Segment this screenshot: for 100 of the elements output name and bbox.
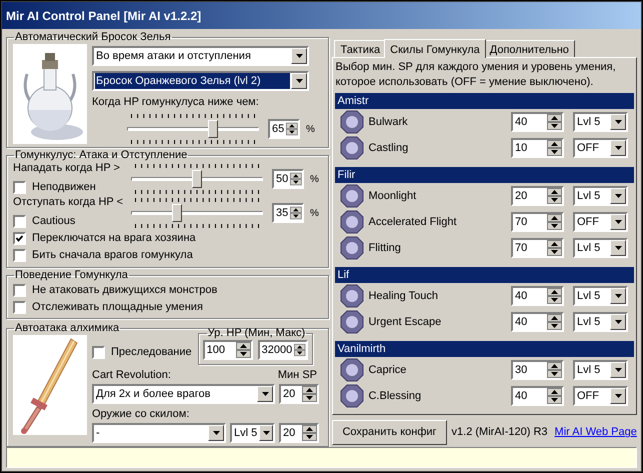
checkbox[interactable] (13, 232, 26, 245)
checkbox-label[interactable]: Переключатся на врага хозяина (32, 230, 196, 247)
checkbox-label[interactable]: Отслеживать площадные умения (32, 299, 203, 316)
window-title: Mir AI Control Panel [Mir AI v1.2.2] (6, 8, 202, 24)
caret-icon (262, 431, 270, 435)
dropdown[interactable]: Lvl 5 (573, 238, 628, 258)
spinner-icon[interactable] (547, 314, 562, 330)
spinner-icon[interactable] (547, 114, 562, 130)
checkbox[interactable] (13, 301, 26, 314)
caret-icon (614, 368, 622, 372)
skill-name: Healing Touch (367, 288, 439, 304)
spin-field[interactable]: 40 (511, 312, 564, 332)
spin-field[interactable]: 70 (511, 238, 564, 258)
checkbox[interactable] (13, 215, 26, 228)
group-title: Автоатака алхимика (14, 322, 120, 335)
bottle-icon (13, 44, 87, 144)
tab[interactable]: Скилы Гомункула (384, 39, 486, 58)
skill-name: Caprice (367, 362, 408, 378)
dropdown[interactable]: OFF (573, 386, 628, 406)
spinner-icon[interactable] (547, 388, 562, 404)
web-link[interactable]: Mir AI Web Page (554, 424, 637, 441)
caret-icon (614, 294, 622, 298)
spinner-icon[interactable] (236, 342, 251, 358)
dropdown[interactable]: Lvl 5 (573, 112, 628, 132)
skill-name: Bulwark (367, 114, 409, 130)
sword-icon (13, 335, 87, 435)
spin-field[interactable]: 40 (511, 286, 564, 306)
field-label: Оружие со скилом: (92, 407, 190, 421)
caret-icon (614, 146, 622, 150)
skill-icon (340, 184, 364, 208)
spin-field[interactable]: 65 (268, 119, 300, 139)
dropdown[interactable]: Lvl 5 (573, 186, 628, 206)
caret-icon (614, 120, 622, 124)
caret-icon (262, 392, 268, 396)
spin-field[interactable]: 10 (511, 138, 564, 158)
dropdown[interactable]: OFF (573, 138, 628, 158)
spin-field[interactable]: 40 (511, 386, 564, 406)
caret-icon (614, 220, 622, 224)
tab[interactable]: Дополнительно (484, 40, 575, 57)
spinner-icon[interactable] (547, 140, 562, 156)
spin-field[interactable]: 70 (511, 212, 564, 232)
dropdown[interactable]: Во время атаки и отступления (92, 46, 309, 66)
skill-name: Accelerated Flight (367, 214, 458, 230)
spinner-icon[interactable] (286, 121, 298, 137)
skill-icon (340, 310, 364, 334)
checkbox[interactable] (13, 249, 26, 262)
dropdown[interactable]: OFF (573, 212, 628, 232)
dropdown[interactable]: Lvl 5 (230, 423, 275, 443)
skill-name: C.Blessing (367, 388, 422, 404)
spinner-icon[interactable] (302, 386, 317, 402)
checkbox[interactable] (13, 181, 26, 194)
checkbox-label[interactable]: Не атаковать движущихся монстров (32, 282, 218, 299)
checkbox-label[interactable]: Бить сначала врагов гомункула (32, 247, 193, 264)
slider[interactable] (131, 170, 263, 188)
field-label: Нападать когда HP > (13, 162, 121, 175)
slider-thumb[interactable] (172, 204, 182, 222)
dropdown[interactable]: Lvl 5 (573, 360, 628, 380)
spinner-icon[interactable] (547, 188, 562, 204)
skill-icon (340, 236, 364, 260)
slider-thumb[interactable] (192, 170, 202, 188)
checkbox-label[interactable]: Преследование (111, 344, 192, 361)
slider-thumb[interactable] (208, 120, 218, 138)
section-header: Filir (335, 167, 634, 183)
unit-label: % (310, 172, 319, 186)
dropdown[interactable]: - (92, 423, 226, 443)
checkbox[interactable] (13, 284, 26, 297)
spin-field[interactable]: 20 (279, 384, 319, 404)
save-button[interactable]: Сохранить конфиг (332, 420, 447, 445)
tab[interactable]: Тактика (334, 40, 386, 57)
spin-field[interactable]: 100 (202, 340, 253, 360)
dropdown[interactable]: Lvl 5 (573, 312, 628, 332)
spin-field[interactable]: 50 (272, 169, 304, 189)
caret-icon (296, 54, 302, 58)
spinner-icon[interactable] (547, 362, 562, 378)
field-label: Отступать когда HP < (13, 196, 124, 209)
slider[interactable] (131, 204, 263, 222)
checkbox-label[interactable]: Cautious (32, 213, 76, 230)
spin-field[interactable]: 30 (511, 360, 564, 380)
unit-label: % (310, 206, 319, 220)
spinner-icon[interactable] (547, 214, 562, 230)
spinner-icon[interactable] (547, 288, 562, 304)
caret-icon (614, 194, 622, 198)
dropdown[interactable]: Lvl 5 (573, 286, 628, 306)
spinner-icon[interactable] (290, 171, 302, 187)
spin-field[interactable]: 20 (511, 186, 564, 206)
checkbox-label[interactable]: Неподвижен (32, 179, 96, 196)
spinner-icon[interactable] (302, 425, 317, 441)
spin-field[interactable]: 40 (511, 112, 564, 132)
group-title: Автоматический Бросок Зелья (14, 31, 172, 44)
spinner-icon[interactable] (290, 205, 302, 221)
spin-field[interactable]: 20 (279, 423, 319, 443)
caret-icon (296, 79, 302, 83)
spinner-icon[interactable] (547, 240, 562, 256)
checkbox[interactable] (92, 346, 105, 359)
dropdown[interactable]: Бросок Оранжевого Зелья (lvl 2) (92, 71, 309, 91)
spin-field[interactable]: 35 (272, 203, 304, 223)
spin-field[interactable]: 32000 (258, 340, 308, 360)
dropdown[interactable]: Для 2х и более врагов (92, 384, 275, 404)
spinner-icon[interactable] (294, 342, 306, 358)
slider[interactable] (127, 120, 259, 138)
